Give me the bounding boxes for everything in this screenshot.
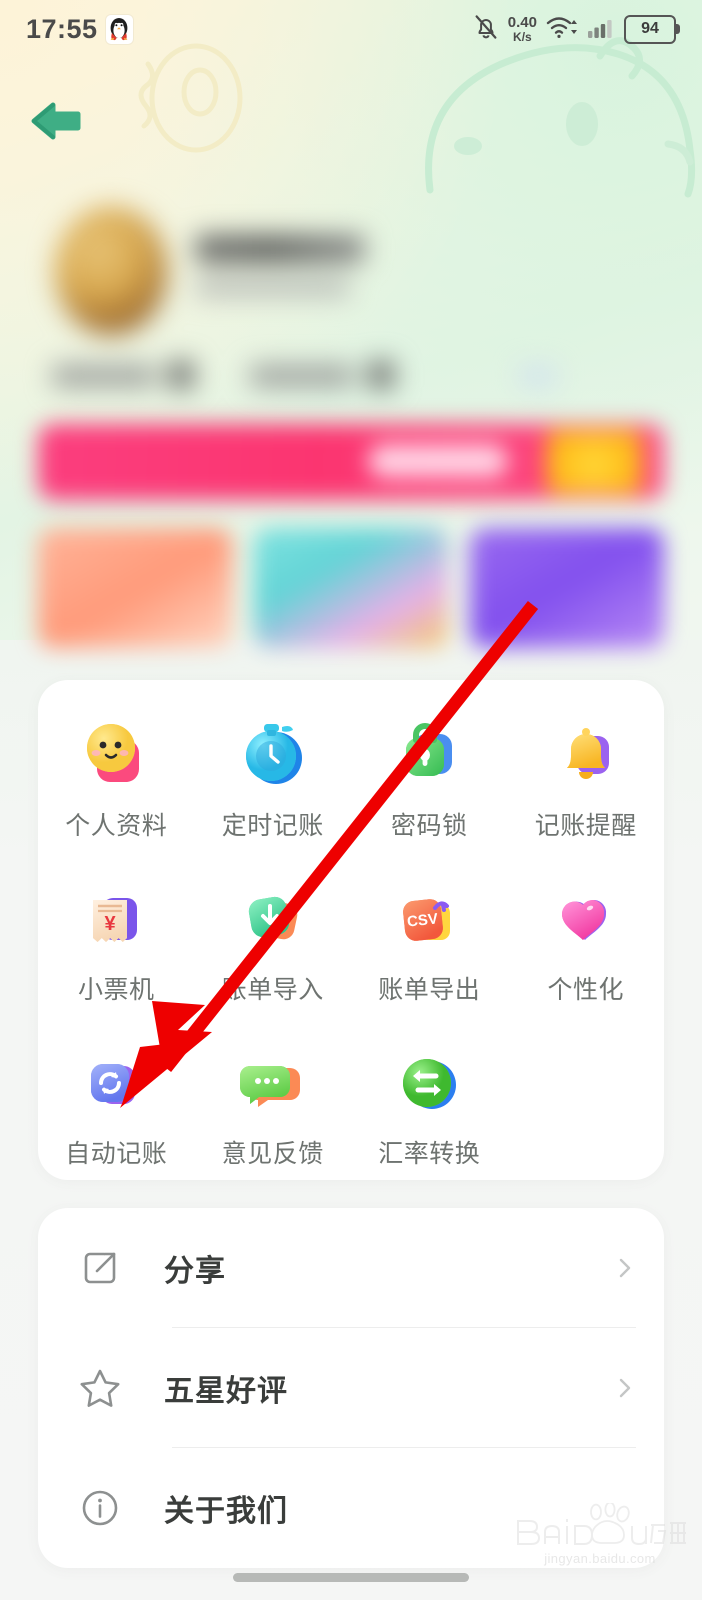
grid-item-personalize[interactable]: 个性化 [508, 878, 665, 1006]
battery-indicator: 94 [624, 14, 680, 44]
status-bar-right: 0.40 K/s 94 [473, 13, 680, 46]
list-item-label: 五星好评 [164, 1375, 288, 1408]
chevron-right-icon [614, 1497, 636, 1519]
import-icon [234, 878, 312, 956]
grid-item-exchange-rate[interactable]: 汇率转换 [351, 1042, 508, 1170]
list-item-label: 分享 [164, 1255, 226, 1288]
vip-banner-button [368, 444, 508, 478]
vip-banner-blurred[interactable] [38, 424, 664, 500]
user-name-blurred [195, 235, 365, 263]
grid-item-auto-bookkeeping[interactable]: 自动记账 [38, 1042, 195, 1170]
app-root: 17:55 0.40 K/s 94 个人资料 定时记账 密码锁 记账提醒 ¥ 小… [0, 0, 702, 1600]
grid-item-label: 自动记账 [65, 1140, 168, 1168]
grid-item-profile[interactable]: 个人资料 [38, 714, 195, 842]
crown-icon [546, 430, 642, 494]
grid-item-label: 意见反馈 [221, 1140, 324, 1168]
grid-item-export[interactable]: CSV 账单导出 [351, 878, 508, 1006]
padlock-icon [390, 714, 468, 792]
back-button[interactable] [24, 92, 88, 154]
grid-item-label: 汇率转换 [378, 1140, 481, 1168]
profile-stat-1-label [52, 365, 156, 387]
profile-stat-2-label [250, 365, 354, 387]
avatar [55, 207, 167, 335]
grid-item-feedback[interactable]: 意见反馈 [195, 1042, 352, 1170]
status-bar-left: 17:55 [26, 14, 133, 45]
profile-extra-badge [520, 367, 556, 385]
grid-item-label: 定时记账 [221, 812, 324, 840]
grid-item-import[interactable]: 账单导入 [195, 878, 352, 1006]
list-item-rate[interactable]: 五星好评 [38, 1328, 664, 1448]
cellular-signal-icon [587, 15, 615, 44]
bell-muted-icon [473, 13, 499, 46]
svg-text:¥: ¥ [105, 913, 117, 935]
network-speed-unit: K/s [513, 29, 532, 44]
exchange-icon [390, 1042, 468, 1120]
grid-item-scheduled[interactable]: 定时记账 [195, 714, 352, 842]
qq-penguin-icon [105, 14, 133, 44]
wifi-icon [546, 14, 578, 45]
grid-empty-slot [508, 1042, 665, 1170]
feature-grid: 个人资料 定时记账 密码锁 记账提醒 ¥ 小票机 账单导入 CSV 账单导出 个… [38, 714, 664, 1170]
grid-item-label: 个性化 [547, 976, 624, 1004]
stopwatch-icon [234, 714, 312, 792]
bell-icon [547, 714, 625, 792]
profile-stat-2-value [368, 361, 394, 389]
settings-list-card: 分享 五星好评 关于我们 [38, 1208, 664, 1568]
grid-item-label: 记账提醒 [534, 812, 637, 840]
grid-item-label: 个人资料 [65, 812, 168, 840]
list-item-share[interactable]: 分享 [38, 1208, 664, 1328]
status-time: 17:55 [26, 13, 98, 44]
grid-item-reminder[interactable]: 记账提醒 [508, 714, 665, 842]
star-icon [74, 1362, 126, 1414]
promo-cards-blurred[interactable] [38, 528, 664, 656]
promo-card-2 [254, 528, 448, 648]
grid-item-label: 小票机 [77, 976, 155, 1004]
csv-export-icon: CSV [390, 878, 468, 956]
home-indicator[interactable] [233, 1573, 469, 1582]
feedback-bubble-icon [234, 1042, 312, 1120]
grid-item-label: 账单导出 [378, 976, 481, 1004]
chevron-right-icon [614, 1257, 636, 1279]
heart-icon [547, 878, 625, 956]
info-icon [74, 1482, 126, 1534]
network-speed-value: 0.40 [507, 13, 537, 31]
back-arrow-icon [26, 97, 86, 150]
share-external-icon [74, 1242, 126, 1294]
list-item-about[interactable]: 关于我们 [38, 1448, 664, 1568]
profile-header-blurred[interactable] [0, 195, 702, 410]
promo-card-1 [38, 528, 232, 648]
grid-item-password-lock[interactable]: 密码锁 [351, 714, 508, 842]
auto-sync-icon [77, 1042, 155, 1120]
network-speed: 0.40 K/s [508, 15, 537, 43]
grid-item-receipt-printer[interactable]: ¥ 小票机 [38, 878, 195, 1006]
list-item-label: 关于我们 [164, 1495, 288, 1528]
user-subtitle-blurred [195, 279, 350, 296]
feature-grid-card: 个人资料 定时记账 密码锁 记账提醒 ¥ 小票机 账单导入 CSV 账单导出 个… [38, 680, 664, 1180]
battery-level: 94 [641, 20, 659, 37]
profile-stat-1-value [168, 361, 194, 389]
grid-item-label: 密码锁 [390, 812, 468, 840]
grid-item-label: 账单导入 [221, 976, 324, 1004]
smiley-face-icon [77, 714, 155, 792]
receipt-printer-icon: ¥ [77, 878, 155, 956]
svg-text:CSV: CSV [407, 910, 439, 930]
promo-card-3 [470, 528, 664, 648]
status-bar: 17:55 0.40 K/s 94 [0, 0, 702, 58]
chevron-right-icon [614, 1377, 636, 1399]
